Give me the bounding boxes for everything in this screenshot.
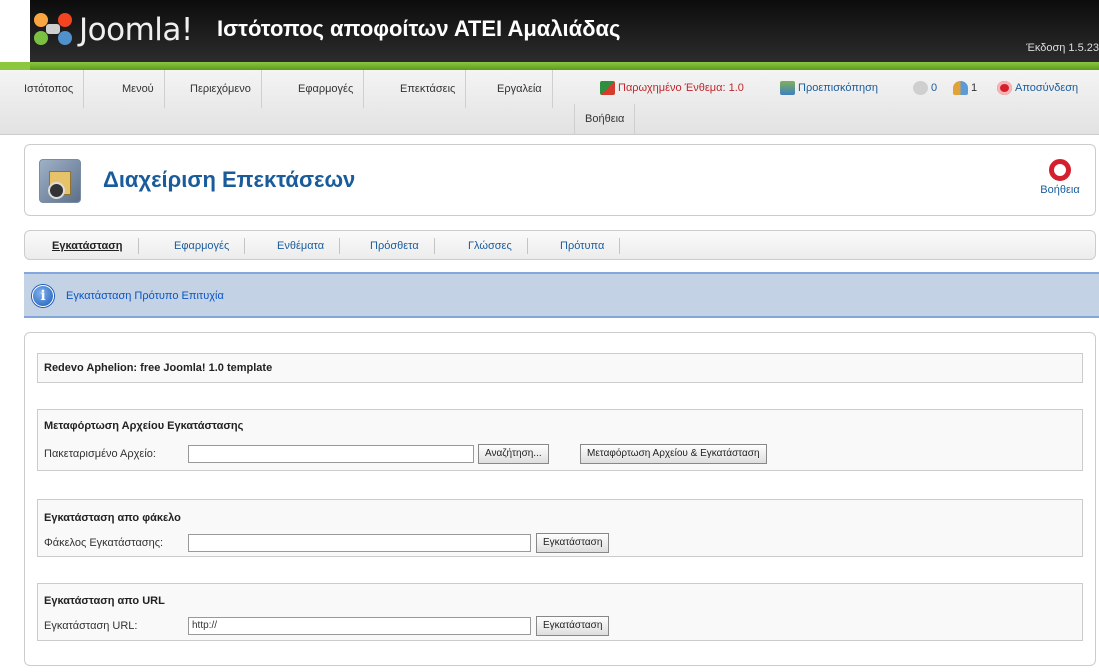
logout-icon (997, 81, 1012, 95)
tab-install[interactable]: Εγκατάσταση (37, 238, 139, 254)
tab-components[interactable]: Εφαρμογές (159, 238, 246, 254)
menu-item-components[interactable]: Εφαρμογές (288, 70, 365, 108)
users-icon (953, 81, 968, 95)
install-directory-button[interactable]: Εγκατάσταση (536, 533, 610, 553)
system-message: i Εγκατάσταση Πρότυπο Επιτυχία (24, 272, 1099, 318)
install-url-button[interactable]: Εγκατάσταση (536, 616, 610, 636)
install-result-text: Redevo Aphelion: free Joomla! 1.0 templa… (44, 362, 273, 374)
preview-label: Προεπισκόπηση (798, 82, 878, 94)
upload-package-fieldset: Μεταφόρτωση Αρχείου Εγκατάστασης Πακεταρ… (37, 409, 1083, 471)
header-accent-strip (30, 62, 1099, 70)
header-left-margin (0, 0, 30, 62)
install-panel: Redevo Aphelion: free Joomla! 1.0 templa… (24, 332, 1096, 666)
tab-modules[interactable]: Ενθέματα (262, 238, 341, 254)
extensions-submenu: Εγκατάσταση Εφαρμογές Ενθέματα Πρόσθετα … (24, 230, 1096, 260)
header-bar: Joomla! Ιστότοπος αποφοίτων ΑΤΕΙ Αμαλιάδ… (0, 0, 1099, 62)
install-url-label: Εγκατάσταση URL: (44, 620, 138, 632)
main-menu-bar: Ιστότοπος Μενού Περιεχόμενο Εφαρμογές Επ… (0, 70, 1099, 135)
site-title: Ιστότοπος αποφοίτων ΑΤΕΙ Αμαλιάδας (217, 16, 621, 41)
preview-link[interactable]: Προεπισκόπηση (780, 81, 878, 95)
header-accent-left (0, 62, 30, 70)
tab-languages[interactable]: Γλώσσες (453, 238, 528, 254)
help-lifebuoy-icon (1049, 159, 1071, 181)
extension-manager-icon (39, 159, 81, 203)
joomla-logo-text: Joomla! (79, 12, 193, 48)
version-label: Έκδοση 1.5.23 (1026, 42, 1099, 54)
package-file-input[interactable] (188, 445, 474, 463)
install-result-box: Redevo Aphelion: free Joomla! 1.0 templa… (37, 353, 1083, 383)
install-directory-input[interactable] (188, 534, 531, 552)
legacy-plugin-icon (600, 81, 615, 95)
help-button[interactable]: Βοήθεια (1035, 159, 1085, 196)
logout-link[interactable]: Αποσύνδεση (997, 81, 1078, 95)
menu-item-extensions[interactable]: Επεκτάσεις (390, 70, 467, 108)
package-file-label: Πακεταρισμένο Αρχείο: (44, 448, 156, 460)
upload-package-title: Μεταφόρτωση Αρχείου Εγκατάστασης (44, 420, 244, 432)
legacy-plugin-status[interactable]: Παρωχημένο Ένθεμα: 1.0 (600, 81, 744, 95)
joomla-logo-icon (34, 13, 72, 45)
preview-icon (780, 81, 795, 95)
upload-install-button[interactable]: Μεταφόρτωση Αρχείου & Εγκατάσταση (580, 444, 767, 464)
messages-status[interactable]: 0 (913, 81, 937, 95)
disk-shape (48, 182, 65, 199)
help-button-label: Βοήθεια (1040, 184, 1080, 196)
install-directory-title: Εγκατάσταση απο φάκελο (44, 512, 181, 524)
messages-icon (913, 81, 928, 95)
install-url-input[interactable]: http:// (188, 617, 531, 635)
logout-label: Αποσύνδεση (1015, 82, 1079, 94)
menu-item-help[interactable]: Βοήθεια (574, 104, 636, 134)
menu-item-menus[interactable]: Μενού (112, 70, 165, 108)
page-title: Διαχείριση Επεκτάσεων (103, 167, 356, 192)
menu-item-tools[interactable]: Εργαλεία (487, 70, 553, 108)
users-count: 1 (971, 82, 978, 94)
legacy-plugin-label: Παρωχημένο Ένθεμα: 1.0 (618, 82, 744, 94)
browse-button[interactable]: Αναζήτηση... (478, 444, 549, 464)
users-status[interactable]: 1 (953, 81, 977, 95)
tab-plugins[interactable]: Πρόσθετα (355, 238, 435, 254)
menu-item-site[interactable]: Ιστότοπος (14, 70, 85, 108)
install-url-title: Εγκατάσταση απο URL (44, 595, 165, 607)
install-directory-fieldset: Εγκατάσταση απο φάκελο Φάκελος Εγκατάστα… (37, 499, 1083, 557)
toolbar-box: Διαχείριση Επεκτάσεων Βοήθεια (24, 144, 1096, 216)
info-icon: i (32, 285, 54, 307)
menu-item-content[interactable]: Περιεχόμενο (180, 70, 262, 108)
tab-templates[interactable]: Πρότυπα (545, 238, 621, 254)
install-url-fieldset: Εγκατάσταση απο URL Εγκατάσταση URL: htt… (37, 583, 1083, 641)
install-directory-label: Φάκελος Εγκατάστασης: (44, 537, 164, 549)
messages-count: 0 (931, 82, 938, 94)
message-text: Εγκατάσταση Πρότυπο Επιτυχία (66, 290, 224, 302)
